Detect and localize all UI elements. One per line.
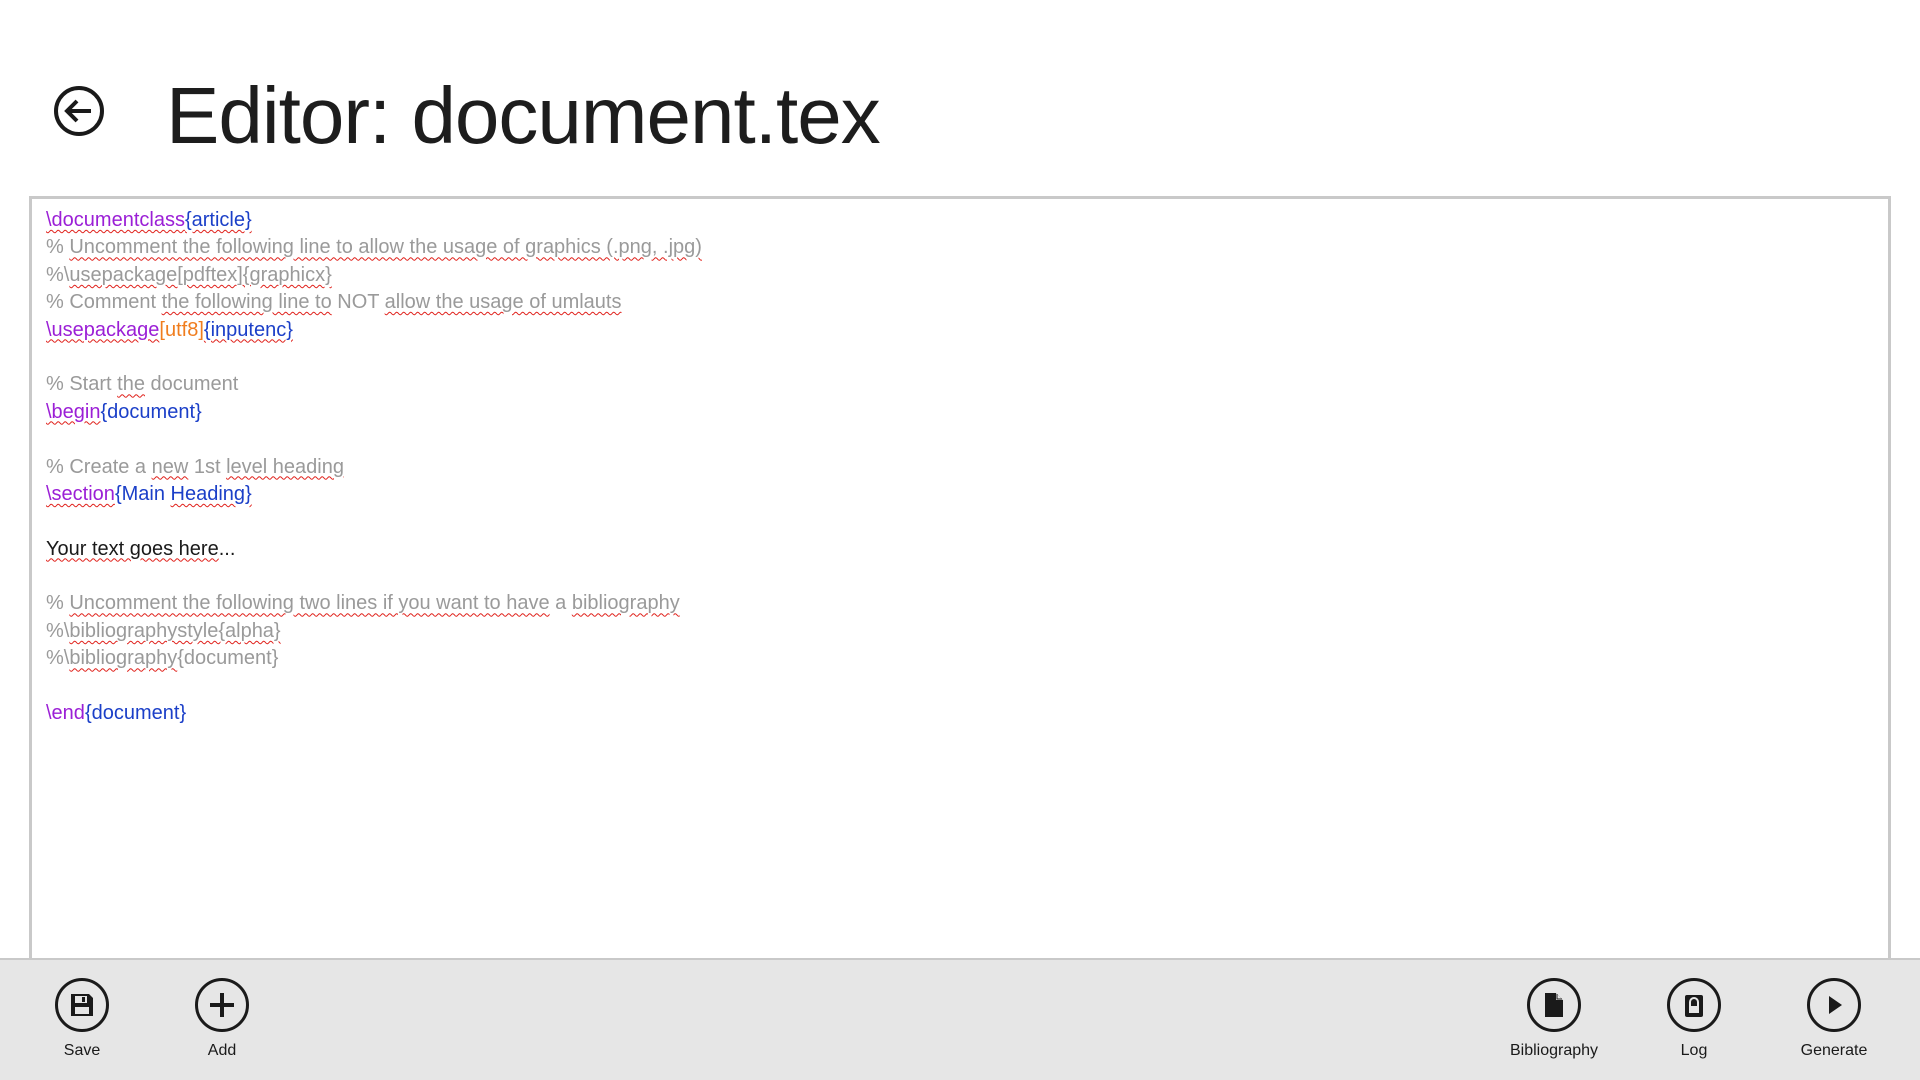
app-bar: Save Add Bibliography Log Generate <box>0 958 1920 1080</box>
code-line[interactable]: \begin{document} <box>46 399 1874 426</box>
back-arrow-icon <box>64 99 91 123</box>
back-button[interactable] <box>54 86 104 136</box>
code-token: %\ <box>46 619 70 642</box>
code-line[interactable]: \end{document} <box>46 700 1874 727</box>
code-line[interactable]: Your text goes here... <box>46 536 1874 563</box>
code-line[interactable]: % Uncomment the following two lines if y… <box>46 590 1874 617</box>
document-icon <box>1545 993 1563 1017</box>
code-line[interactable] <box>46 508 1874 535</box>
code-token: {document} <box>100 400 202 423</box>
code-token: the <box>117 373 145 396</box>
code-token: [utf8] <box>159 318 204 341</box>
code-token: Uncomment the following line to allow th… <box>69 236 702 259</box>
page-header: Editor: document.tex <box>0 0 1920 195</box>
code-token: Uncomment the following two lines if you… <box>69 592 550 615</box>
code-token: new <box>151 455 189 478</box>
plus-icon <box>210 993 234 1017</box>
save-label: Save <box>63 1042 101 1059</box>
code-line[interactable]: %\usepackage[pdftex]{graphicx} <box>46 262 1874 289</box>
code-token: \begin <box>46 400 101 423</box>
code-token: {document} <box>177 647 279 670</box>
code-token: % <box>46 236 70 259</box>
save-button[interactable]: Save <box>12 978 152 1074</box>
log-button-circle <box>1667 978 1721 1032</box>
code-token: % <box>46 592 70 615</box>
code-lines[interactable]: \documentclass{article}% Uncomment the f… <box>46 207 1874 727</box>
code-token: bibliography <box>571 592 680 615</box>
bibliography-label: Bibliography <box>1509 1042 1599 1059</box>
play-icon <box>1829 996 1842 1014</box>
code-token: \documentclass <box>46 209 185 231</box>
add-button[interactable]: Add <box>152 978 292 1074</box>
code-line[interactable]: %\bibliographystyle{alpha} <box>46 618 1874 645</box>
log-button[interactable]: Log <box>1624 978 1764 1074</box>
code-token: NOT <box>331 291 385 314</box>
code-token: document <box>144 373 239 396</box>
log-label: Log <box>1680 1042 1708 1059</box>
code-token: \section <box>46 482 115 505</box>
code-token: % Start <box>46 373 118 396</box>
code-line[interactable]: % Uncomment the following line to allow … <box>46 234 1874 261</box>
generate-button[interactable]: Generate <box>1764 978 1904 1074</box>
code-token: {article} <box>184 209 252 231</box>
code-token: the following line to <box>161 291 332 314</box>
code-token: bibliography <box>69 647 178 670</box>
code-editor[interactable]: \documentclass{article}% Uncomment the f… <box>29 196 1891 960</box>
add-label: Add <box>207 1042 237 1059</box>
code-token: 1st <box>188 455 227 478</box>
code-token: % Comment <box>46 291 162 314</box>
code-line[interactable]: %\bibliography{document} <box>46 645 1874 672</box>
code-token: {inputenc} <box>203 318 293 341</box>
code-token: {document} <box>84 702 187 725</box>
code-token: % Create a <box>46 455 152 478</box>
code-line[interactable]: % Start the document <box>46 371 1874 398</box>
code-token: allow the usage of umlauts <box>384 291 622 314</box>
code-token: \end <box>46 702 85 725</box>
page-title: Editor: document.tex <box>166 71 881 160</box>
add-button-circle <box>195 978 249 1032</box>
code-token: %\ <box>46 263 70 286</box>
bibliography-button[interactable]: Bibliography <box>1484 978 1624 1074</box>
code-token: ... <box>218 537 236 560</box>
code-line[interactable] <box>46 344 1874 371</box>
lock-icon <box>1685 995 1703 1017</box>
code-line[interactable]: % Comment the following line to NOT allo… <box>46 289 1874 316</box>
code-line[interactable] <box>46 563 1874 590</box>
code-token: a <box>549 592 572 615</box>
code-token: \usepackage <box>46 318 160 341</box>
code-line[interactable] <box>46 426 1874 453</box>
code-token: Heading} <box>170 482 252 505</box>
generate-button-circle <box>1807 978 1861 1032</box>
bibliography-button-circle <box>1527 978 1581 1032</box>
floppy-disk-icon <box>71 994 93 1016</box>
code-token: bibliographystyle{alpha} <box>69 619 281 642</box>
code-token: {Main <box>114 482 171 505</box>
code-token: %\ <box>46 647 70 670</box>
code-line[interactable] <box>46 673 1874 700</box>
save-button-circle <box>55 978 109 1032</box>
code-line[interactable]: \section{Main Heading} <box>46 481 1874 508</box>
code-token: level heading <box>226 455 344 478</box>
code-line[interactable]: \usepackage[utf8]{inputenc} <box>46 317 1874 344</box>
generate-label: Generate <box>1800 1042 1868 1059</box>
code-token: usepackage[pdftex]{graphicx} <box>69 263 332 286</box>
code-token: Your text goes here <box>46 537 219 560</box>
code-line[interactable]: % Create a new 1st level heading <box>46 454 1874 481</box>
code-line[interactable]: \documentclass{article} <box>46 207 1874 234</box>
